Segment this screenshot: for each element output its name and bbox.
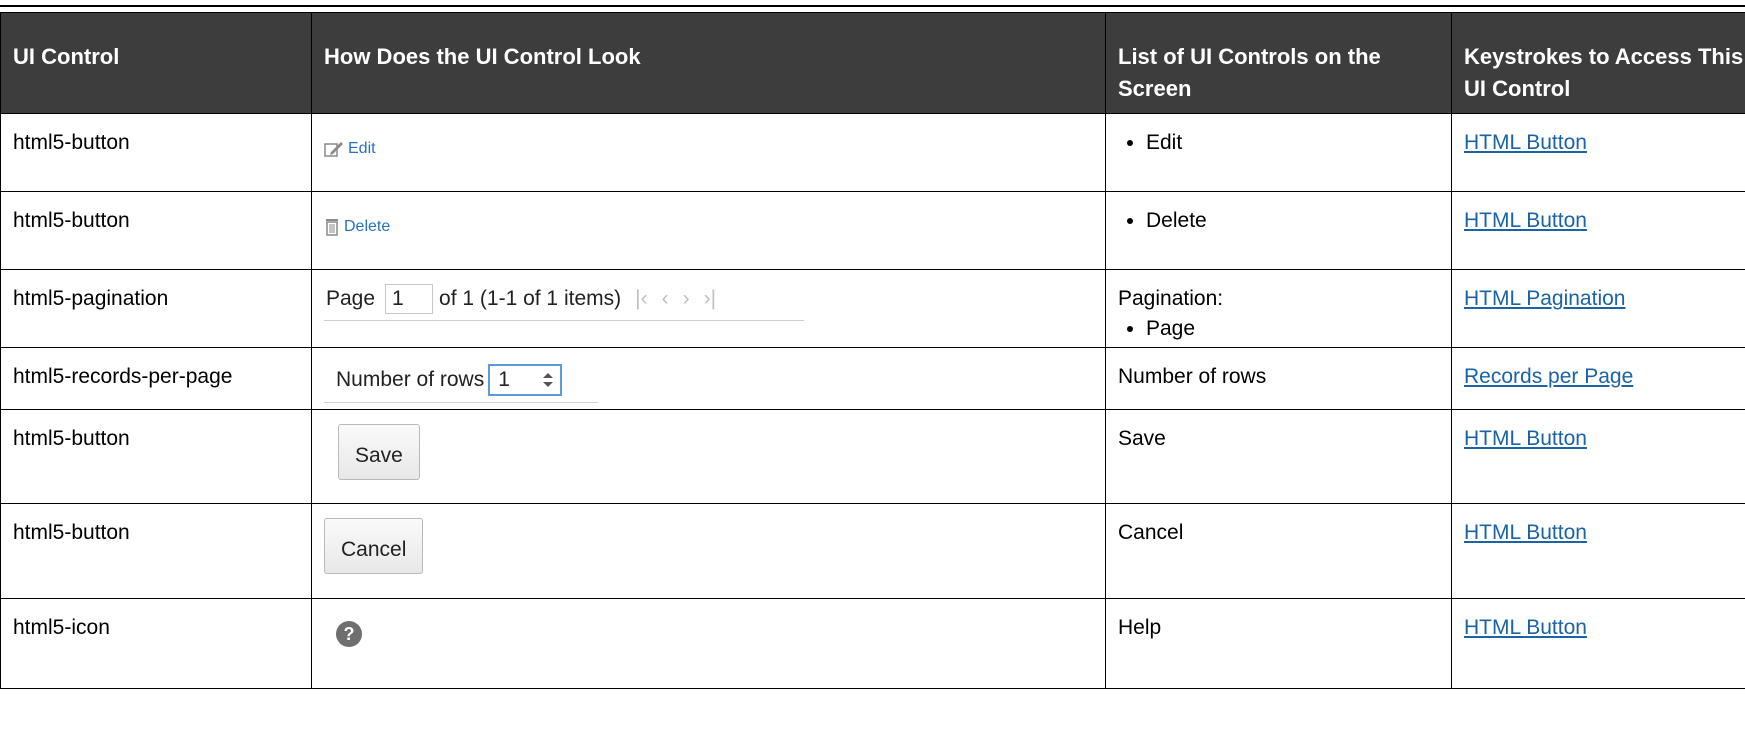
list-cell: Pagination: Page [1105, 269, 1452, 348]
sample-pagination: Page 1 of 1 (1-1 of 1 items) |‹ ‹ › ›| [324, 284, 804, 321]
pagination-nav: |‹ ‹ › ›| [635, 284, 730, 314]
control-name: html5-button [0, 113, 312, 192]
updown-icon [543, 373, 554, 387]
sample-cancel-button[interactable]: Cancel [324, 518, 424, 574]
link-cell: HTML Button [1451, 598, 1745, 689]
link-cell: HTML Button [1451, 113, 1745, 192]
html-pagination-link[interactable]: HTML Pagination [1464, 287, 1625, 310]
page-info: of 1 (1-1 of 1 items) [439, 287, 622, 310]
control-name: html5-button [0, 191, 312, 270]
edit-icon [324, 142, 343, 157]
html-button-link[interactable]: HTML Button [1464, 521, 1587, 544]
list-cell: Save [1105, 409, 1452, 504]
list-cell: Delete [1105, 191, 1452, 270]
table-row: html5-button Cancel Cancel HTML Button [0, 503, 1745, 599]
look-cell: Edit [311, 113, 1106, 192]
list-cell: Number of rows [1105, 347, 1452, 410]
header-look: How Does the UI Control Look [311, 12, 1106, 114]
control-name: html5-icon [0, 598, 312, 689]
html-button-link[interactable]: HTML Button [1464, 131, 1587, 154]
link-cell: Records per Page [1451, 347, 1745, 410]
link-cell: HTML Button [1451, 503, 1745, 599]
header-keystrokes: Keystrokes to Access This UI Control [1451, 12, 1745, 114]
next-page-icon[interactable]: › [683, 287, 690, 310]
look-cell: Page 1 of 1 (1-1 of 1 items) |‹ ‹ › ›| [311, 269, 1106, 348]
trash-icon [326, 219, 338, 236]
list-item: Page [1146, 314, 1451, 344]
ui-controls-table: UI Control How Does the UI Control Look … [0, 12, 1745, 689]
sample-delete-label: Delete [344, 218, 391, 235]
control-name: html5-button [0, 409, 312, 504]
table-row: html5-button Save Save HTML Button [0, 409, 1745, 504]
table-row: html5-pagination Page 1 of 1 (1-1 of 1 i… [0, 269, 1745, 348]
html-button-link[interactable]: HTML Button [1464, 209, 1587, 232]
control-name: html5-pagination [0, 269, 312, 348]
table-row: html5-button Edit Edit HTML Button [0, 113, 1745, 192]
link-cell: HTML Pagination [1451, 269, 1745, 348]
sample-records-per-page: Number of rows 1 [324, 362, 598, 403]
link-cell: HTML Button [1451, 191, 1745, 270]
look-cell: Cancel [311, 503, 1106, 599]
first-page-icon[interactable]: |‹ [635, 287, 647, 310]
top-rule [0, 0, 1745, 7]
header-row: UI Control How Does the UI Control Look … [0, 12, 1745, 114]
rows-value: 1 [498, 368, 510, 391]
look-cell: Delete [311, 191, 1106, 270]
list-cell: Help [1105, 598, 1452, 689]
html-button-link[interactable]: HTML Button [1464, 616, 1587, 639]
sample-edit-button[interactable]: Edit [324, 134, 376, 164]
sample-edit-label: Edit [348, 140, 376, 157]
look-cell: Save [311, 409, 1106, 504]
link-cell: HTML Button [1451, 409, 1745, 504]
list-cell: Edit [1105, 113, 1452, 192]
table-row: html5-icon ? Help HTML Button [0, 598, 1745, 689]
html-button-link[interactable]: HTML Button [1464, 427, 1587, 450]
look-cell: Number of rows 1 [311, 347, 1106, 410]
help-icon[interactable]: ? [336, 621, 362, 647]
header-ui-control: UI Control [0, 12, 312, 114]
control-name: html5-button [0, 503, 312, 599]
page-label: Page [326, 287, 376, 310]
header-list: List of UI Controls on the Screen [1105, 12, 1452, 114]
prev-page-icon[interactable]: ‹ [662, 287, 669, 310]
table-row: html5-records-per-page Number of rows 1 … [0, 347, 1745, 410]
list-item: Delete [1146, 206, 1451, 236]
list-heading: Pagination: [1118, 287, 1224, 310]
rows-stepper[interactable]: 1 [488, 364, 563, 396]
sample-save-button[interactable]: Save [338, 424, 420, 480]
look-cell: ? [311, 598, 1106, 689]
list-item: Edit [1146, 128, 1451, 158]
sample-delete-button[interactable]: Delete [324, 212, 390, 242]
page-number-input[interactable]: 1 [385, 284, 434, 314]
last-page-icon[interactable]: ›| [704, 287, 716, 310]
list-cell: Cancel [1105, 503, 1452, 599]
table-row: html5-button Delete Delete HTML Button [0, 191, 1745, 270]
records-per-page-link[interactable]: Records per Page [1464, 365, 1633, 388]
rows-label: Number of rows [336, 368, 485, 391]
control-name: html5-records-per-page [0, 347, 312, 410]
